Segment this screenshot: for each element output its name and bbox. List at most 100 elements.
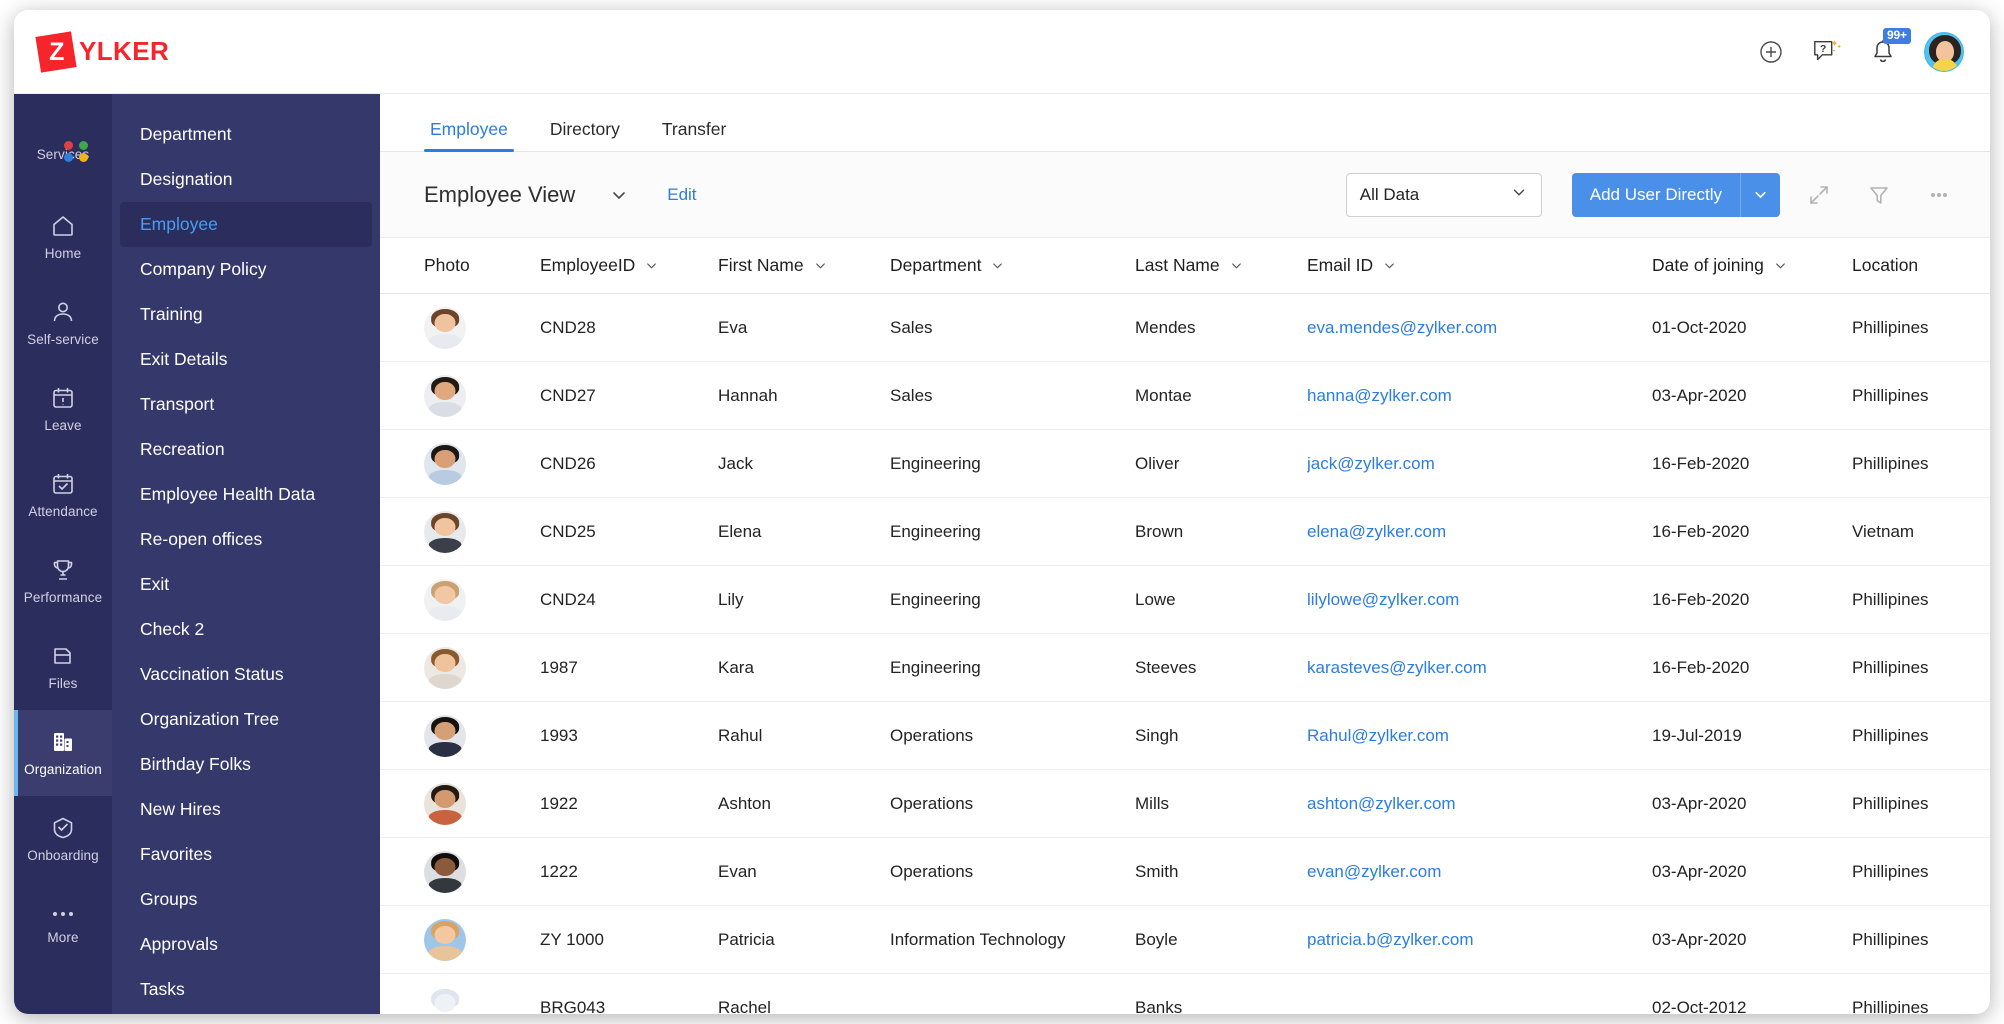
row-last-name: Banks [1135,973,1307,1014]
row-email[interactable]: patricia.b@zylker.com [1307,905,1652,974]
sidebar-item-recreation[interactable]: Recreation [120,427,372,472]
row-email[interactable] [1307,973,1652,1014]
data-filter-select[interactable]: All Data [1345,172,1542,217]
rail-item-files[interactable]: Files [14,624,112,710]
rail-item-attendance[interactable]: Attendance [14,452,112,538]
sidebar-item-re-open-offices[interactable]: Re-open offices [120,517,372,562]
email-link[interactable]: evan@zylker.com [1307,862,1441,881]
table-row[interactable]: CND25 Elena Engineering Brown elena@zylker.c… [380,497,1990,566]
edit-view-link[interactable]: Edit [667,185,696,205]
column-header-first-name[interactable]: First Name [718,238,890,294]
column-header-date-of-joining[interactable]: Date of joining [1652,238,1852,294]
tab-directory[interactable]: Directory [544,119,626,151]
column-sort-chevron-down-icon[interactable] [1229,258,1244,273]
sidebar-item-exit[interactable]: Exit [120,562,372,607]
row-last-name: Smith [1135,837,1307,906]
email-link[interactable]: elena@zylker.com [1307,522,1446,541]
row-email[interactable]: karasteves@zylker.com [1307,633,1652,702]
sidebar-item-transport[interactable]: Transport [120,382,372,427]
employee-table-container[interactable]: Photo EmployeeID First Name Department Last … [380,238,1990,1014]
row-email[interactable]: hanna@zylker.com [1307,361,1652,430]
more-horizontal-icon[interactable] [1918,174,1960,216]
notification-bell-icon[interactable]: 99+ [1868,27,1911,67]
email-link[interactable]: hanna@zylker.com [1307,386,1452,405]
column-header-location[interactable]: Location [1852,238,1990,294]
column-header-department[interactable]: Department [890,238,1135,294]
row-email[interactable]: Rahul@zylker.com [1307,701,1652,770]
sidebar-item-tasks[interactable]: Tasks [120,967,372,1012]
column-sort-chevron-down-icon[interactable] [1773,258,1788,273]
column-header-employeeid[interactable]: EmployeeID [540,238,718,294]
sidebar-item-new-hires[interactable]: New Hires [120,787,372,832]
email-link[interactable]: eva.mendes@zylker.com [1307,318,1497,337]
column-sort-chevron-down-icon[interactable] [1382,258,1397,273]
column-header-photo[interactable]: Photo [380,238,540,294]
table-row[interactable]: 1922 Ashton Operations Mills ashton@zylker.c… [380,769,1990,838]
column-sort-chevron-down-icon[interactable] [813,258,828,273]
tab-bar: Employee Directory Transfer [380,94,1990,152]
email-link[interactable]: jack@zylker.com [1307,454,1435,473]
rail-item-services[interactable]: Services [14,108,112,194]
email-link[interactable]: Rahul@zylker.com [1307,726,1449,745]
email-link[interactable]: patricia.b@zylker.com [1307,930,1474,949]
row-email[interactable]: elena@zylker.com [1307,497,1652,566]
tab-employee[interactable]: Employee [424,119,514,152]
sidebar-item-check-2[interactable]: Check 2 [120,607,372,652]
add-user-button[interactable]: Add User Directly [1571,172,1740,217]
sidebar-item-company-policy[interactable]: Company Policy [120,247,372,292]
column-sort-chevron-down-icon[interactable] [644,258,659,273]
column-header-last-name[interactable]: Last Name [1135,238,1307,294]
add-user-dropdown-chevron-down-icon[interactable] [1740,172,1780,217]
rail-item-label: Files [48,676,78,691]
row-email[interactable]: evan@zylker.com [1307,837,1652,906]
rail-item-label: Leave [44,418,82,433]
table-row[interactable]: CND27 Hannah Sales Montae hanna@zylker.com 03… [380,361,1990,430]
sidebar-item-organization-tree[interactable]: Organization Tree [120,697,372,742]
table-row[interactable]: 1993 Rahul Operations Singh Rahul@zylker.com… [380,701,1990,770]
table-row[interactable]: ZY 1000 Patricia Information Technology Boy… [380,905,1990,974]
column-header-email-id[interactable]: Email ID [1307,238,1652,294]
sidebar-item-birthday-folks[interactable]: Birthday Folks [120,742,372,787]
sidebar-item-groups[interactable]: Groups [120,877,372,922]
zylker-logo[interactable]: Z YLKER [35,30,169,73]
sidebar-item-employee[interactable]: Employee [120,202,372,247]
table-row[interactable]: 1222 Evan Operations Smith evan@zylker.com 03… [380,837,1990,906]
email-link[interactable]: lilylowe@zylker.com [1307,590,1459,609]
sidebar-item-vaccination-status[interactable]: Vaccination Status [120,652,372,697]
help-chat-icon[interactable]: ? [1812,37,1842,67]
rail-item-onboarding[interactable]: Onboarding [14,796,112,882]
avatar[interactable] [1924,31,1964,72]
rail-item-leave[interactable]: Leave [14,366,112,452]
rail-item-organization[interactable]: Organization [14,710,112,796]
sidebar-item-training[interactable]: Training [120,292,372,337]
row-department: Operations [890,769,1135,838]
table-row[interactable]: BRG043 Rachel Banks 02-Oct-2012 Phillipines [380,973,1990,1014]
sidebar-item-employee-health-data[interactable]: Employee Health Data [120,472,372,517]
row-email[interactable]: lilylowe@zylker.com [1307,565,1652,634]
table-row[interactable]: CND24 Lily Engineering Lowe lilylowe@zylker.… [380,565,1990,634]
expand-arrows-icon[interactable] [1798,174,1840,216]
sidebar-item-favorites[interactable]: Favorites [120,832,372,877]
sidebar-item-approvals[interactable]: Approvals [120,922,372,967]
table-row[interactable]: CND26 Jack Engineering Oliver jack@zylker.co… [380,429,1990,498]
rail-item-home[interactable]: Home [14,194,112,280]
add-circle-icon[interactable] [1756,37,1786,67]
rail-item-self-service[interactable]: Self-service [14,280,112,366]
table-row[interactable]: CND28 Eva Sales Mendes eva.mendes@zylker.com… [380,293,1990,362]
column-sort-chevron-down-icon[interactable] [990,258,1005,273]
table-row[interactable]: 1987 Kara Engineering Steeves karasteves@zyl… [380,633,1990,702]
view-dropdown-chevron-down-icon[interactable] [609,185,629,205]
row-email[interactable]: ashton@zylker.com [1307,769,1652,838]
sidebar-item-department[interactable]: Department [120,112,372,157]
email-link[interactable]: karasteves@zylker.com [1307,658,1487,677]
sidebar-item-exit-details[interactable]: Exit Details [120,337,372,382]
tab-transfer[interactable]: Transfer [656,119,733,151]
row-email[interactable]: jack@zylker.com [1307,429,1652,498]
email-link[interactable]: ashton@zylker.com [1307,794,1456,813]
funnel-filter-icon[interactable] [1858,174,1900,216]
rail-item-label: Self-service [27,332,99,347]
rail-item-performance[interactable]: Performance [14,538,112,624]
rail-item-more[interactable]: More [14,882,112,968]
sidebar-item-designation[interactable]: Designation [120,157,372,202]
row-email[interactable]: eva.mendes@zylker.com [1307,293,1652,362]
